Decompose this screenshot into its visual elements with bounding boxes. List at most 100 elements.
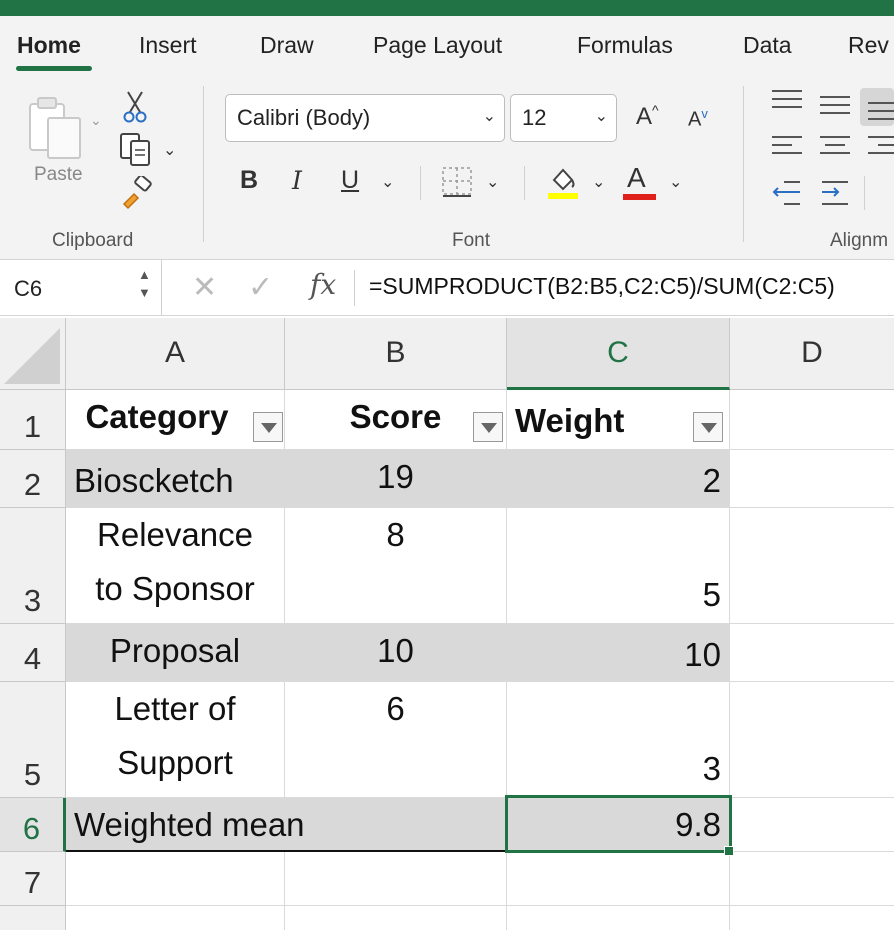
cell-b4[interactable]: 10 xyxy=(285,624,507,682)
tab-data[interactable]: Data xyxy=(743,32,792,59)
borders-dropdown-icon[interactable]: ⌄ xyxy=(486,172,499,192)
name-box[interactable]: C6 ▲ ▼ xyxy=(0,260,162,316)
ribbon-separator xyxy=(864,176,865,210)
align-right-icon[interactable] xyxy=(868,136,894,160)
italic-button[interactable]: I xyxy=(292,166,302,195)
align-bottom-button[interactable] xyxy=(860,88,894,126)
cell-b8[interactable] xyxy=(285,906,507,930)
cell-d5[interactable] xyxy=(730,682,894,798)
font-color-button[interactable]: A xyxy=(627,162,646,194)
font-color-dropdown-icon[interactable]: ⌄ xyxy=(669,172,682,192)
font-name-value: Calibri (Body) xyxy=(237,105,371,130)
cell-d1[interactable] xyxy=(730,390,894,450)
cell-c2[interactable]: 2 xyxy=(507,450,730,508)
cell-b1[interactable]: Score xyxy=(285,390,507,450)
select-all-button[interactable] xyxy=(0,318,66,390)
copy-dropdown-icon[interactable]: ⌄ xyxy=(163,140,176,160)
clipboard-icon[interactable] xyxy=(26,94,86,166)
row-header-7[interactable]: 7 xyxy=(0,852,66,906)
cell-a4[interactable]: Proposal xyxy=(66,624,285,682)
cell-a7[interactable] xyxy=(66,852,285,906)
cut-icon[interactable] xyxy=(122,90,148,124)
paste-label: Paste xyxy=(34,164,83,185)
fill-color-icon[interactable] xyxy=(546,164,580,200)
row-header-4[interactable]: 4 xyxy=(0,624,66,682)
filter-dropdown-icon[interactable] xyxy=(253,412,283,442)
cell-c3[interactable]: 5 xyxy=(507,508,730,624)
cell-d7[interactable] xyxy=(730,852,894,906)
cell-b5[interactable]: 6 xyxy=(285,682,507,798)
cell-d2[interactable] xyxy=(730,450,894,508)
tab-draw[interactable]: Draw xyxy=(260,32,314,59)
cell-d8[interactable] xyxy=(730,906,894,930)
cell-d6[interactable] xyxy=(730,798,894,852)
row-header-5[interactable]: 5 xyxy=(0,682,66,798)
underline-button[interactable]: U xyxy=(341,166,359,195)
borders-icon[interactable] xyxy=(441,166,473,198)
increase-indent-icon[interactable] xyxy=(820,180,850,206)
cell-c5[interactable]: 3 xyxy=(507,682,730,798)
column-header-a[interactable]: A xyxy=(66,318,285,390)
filter-dropdown-icon[interactable] xyxy=(693,412,723,442)
filter-dropdown-icon[interactable] xyxy=(473,412,503,442)
cell-c7[interactable] xyxy=(507,852,730,906)
cell-c1[interactable]: Weight xyxy=(507,390,730,450)
title-bar-strip xyxy=(0,0,894,16)
align-top-icon[interactable] xyxy=(772,90,802,114)
font-name-combo[interactable]: Calibri (Body) ⌄ xyxy=(225,94,505,142)
name-box-stepper-icon[interactable]: ▲ ▼ xyxy=(138,266,151,302)
align-bottom-icon xyxy=(868,102,894,126)
decrease-indent-icon[interactable] xyxy=(772,180,802,206)
select-all-triangle-icon xyxy=(4,328,60,384)
cell-a1[interactable]: Category xyxy=(66,390,285,450)
tab-home[interactable]: Home xyxy=(17,32,81,59)
cell-b7[interactable] xyxy=(285,852,507,906)
cell-a8[interactable] xyxy=(66,906,285,930)
ribbon-separator xyxy=(203,86,204,242)
column-header-c[interactable]: C xyxy=(507,318,730,390)
cell-a6-b6[interactable]: Weighted mean xyxy=(66,798,507,852)
tab-review[interactable]: Rev xyxy=(848,32,889,59)
active-cell-border xyxy=(505,795,732,853)
cancel-icon[interactable]: ✕ xyxy=(192,270,217,305)
active-tab-indicator xyxy=(16,66,92,71)
fill-handle[interactable] xyxy=(724,846,734,856)
cell-a2[interactable]: Bioscketch xyxy=(66,450,285,508)
row-header-2[interactable]: 2 xyxy=(0,450,66,508)
row-header-8[interactable]: 8 xyxy=(0,906,66,930)
bold-button[interactable]: B xyxy=(240,166,258,195)
cell-a5[interactable]: Letter of Support xyxy=(66,682,285,798)
row-header-6[interactable]: 6 xyxy=(0,798,66,852)
cell-b3[interactable]: 8 xyxy=(285,508,507,624)
copy-icon[interactable] xyxy=(119,132,155,168)
worksheet-grid[interactable]: A B C D 1 2 3 4 5 6 7 8 Category Score W… xyxy=(0,318,894,930)
cell-a3[interactable]: Relevance to Sponsor xyxy=(66,508,285,624)
cell-d3[interactable] xyxy=(730,508,894,624)
cell-c4[interactable]: 10 xyxy=(507,624,730,682)
paste-dropdown-icon[interactable]: ⌄ xyxy=(90,112,102,129)
cell-d4[interactable] xyxy=(730,624,894,682)
chevron-down-icon: ⌄ xyxy=(482,108,496,125)
column-header-d[interactable]: D xyxy=(730,318,894,390)
tab-page-layout[interactable]: Page Layout xyxy=(373,32,502,59)
align-center-icon[interactable] xyxy=(820,136,850,160)
grow-font-button[interactable]: A^ xyxy=(636,102,659,131)
format-painter-icon[interactable] xyxy=(120,176,154,210)
formula-input[interactable]: =SUMPRODUCT(B2:B5,C2:C5)/SUM(C2:C5) xyxy=(369,273,835,300)
tab-formulas[interactable]: Formulas xyxy=(577,32,673,59)
row-header-1[interactable]: 1 xyxy=(0,390,66,450)
fill-color-dropdown-icon[interactable]: ⌄ xyxy=(592,172,605,192)
align-middle-icon[interactable] xyxy=(820,96,850,120)
font-size-combo[interactable]: 12 ⌄ xyxy=(510,94,617,142)
insert-function-button[interactable]: fx xyxy=(310,268,336,301)
align-left-icon[interactable] xyxy=(772,136,802,160)
underline-dropdown-icon[interactable]: ⌄ xyxy=(381,172,394,192)
cell-b2[interactable]: 19 xyxy=(285,450,507,508)
column-header-b[interactable]: B xyxy=(285,318,507,390)
tab-insert[interactable]: Insert xyxy=(139,32,197,59)
ribbon-separator xyxy=(420,166,421,200)
enter-icon[interactable]: ✓ xyxy=(248,270,273,305)
cell-c8[interactable] xyxy=(507,906,730,930)
row-header-3[interactable]: 3 xyxy=(0,508,66,624)
shrink-font-button[interactable]: Av xyxy=(688,106,708,132)
